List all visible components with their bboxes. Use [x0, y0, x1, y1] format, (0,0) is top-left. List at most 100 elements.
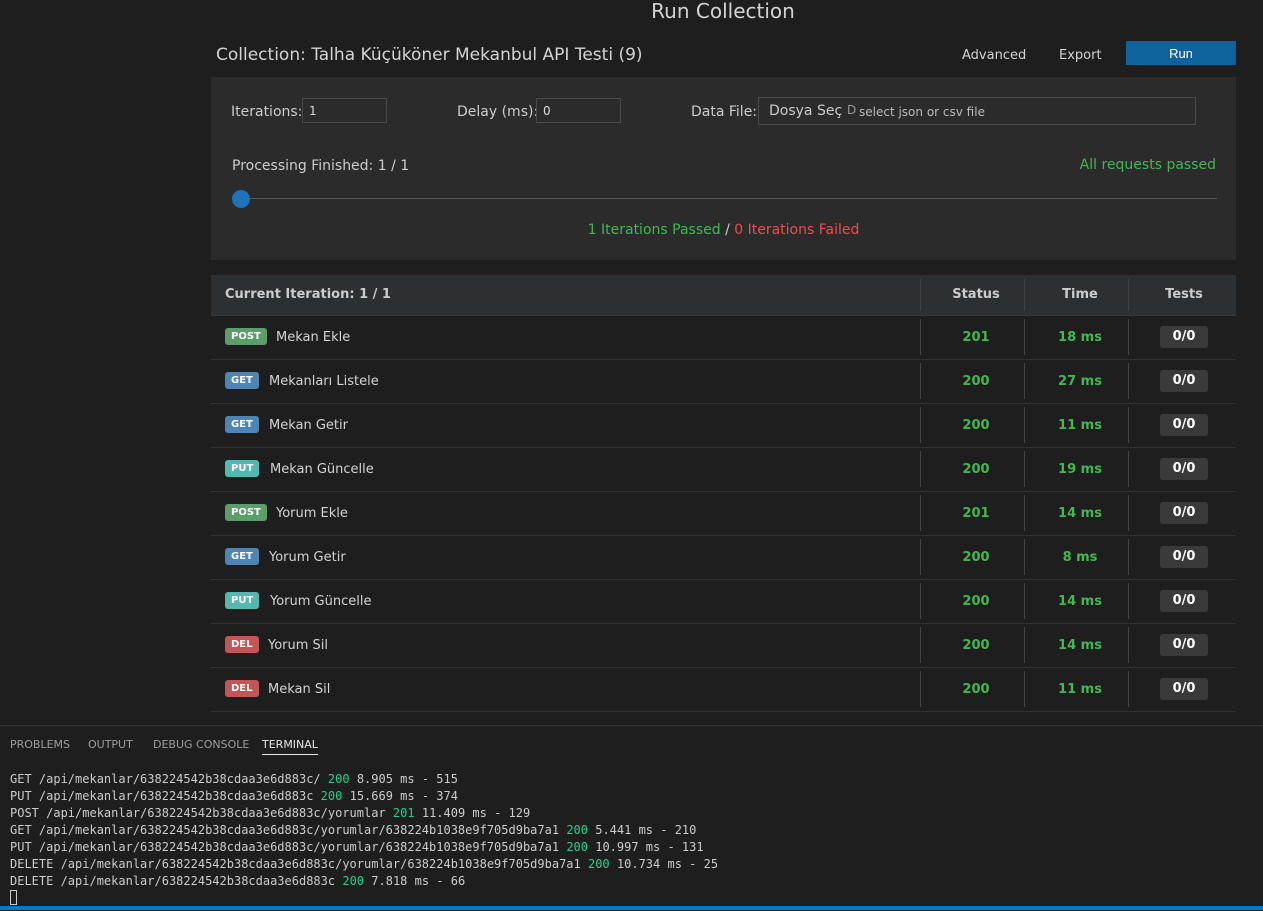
- response-time: 11 ms: [1058, 418, 1102, 433]
- terminal-line: GET /api/mekanlar/638224542b38cdaa3e6d88…: [10, 771, 718, 788]
- tests-result: 0/0: [1160, 502, 1208, 524]
- request-path: DELETE /api/mekanlar/638224542b38cdaa3e6…: [10, 874, 336, 888]
- advanced-link[interactable]: Advanced: [962, 48, 1026, 63]
- response-stats: 7.818 ms - 66: [371, 874, 466, 888]
- table-row[interactable]: POST Yorum Ekle 201 14 ms 0/0: [211, 491, 1236, 536]
- status-header: Status: [952, 287, 1000, 302]
- tests-result: 0/0: [1160, 678, 1208, 700]
- request-name[interactable]: Yorum Ekle: [276, 506, 348, 521]
- terminal-line: DELETE /api/mekanlar/638224542b38cdaa3e6…: [10, 873, 718, 890]
- datafile-placeholder: select json or csv file: [859, 105, 985, 119]
- request-name[interactable]: Mekan Getir: [269, 418, 348, 433]
- collection-title: Collection: Talha Küçüköner Mekanbul API…: [216, 45, 643, 65]
- terminal-line: GET /api/mekanlar/638224542b38cdaa3e6d88…: [10, 822, 718, 839]
- tests-result: 0/0: [1160, 370, 1208, 392]
- file-chip: D: [847, 103, 857, 117]
- method-badge: DEL: [225, 636, 259, 653]
- response-time: 8 ms: [1062, 550, 1098, 565]
- results-table-header: Current Iteration: 1 / 1 Status Time Tes…: [211, 275, 1236, 316]
- terminal-line: DELETE /api/mekanlar/638224542b38cdaa3e6…: [10, 856, 718, 873]
- table-row[interactable]: PUT Mekan Güncelle 200 19 ms 0/0: [211, 447, 1236, 492]
- response-stats: 10.997 ms - 131: [595, 840, 704, 854]
- status-code: 200: [962, 550, 990, 565]
- response-time: 14 ms: [1058, 506, 1102, 521]
- response-stats: 15.669 ms - 374: [349, 789, 458, 803]
- request-name[interactable]: Mekan Güncelle: [270, 462, 374, 477]
- response-time: 27 ms: [1058, 374, 1102, 389]
- choose-file-button[interactable]: Dosya Seç: [769, 103, 842, 119]
- method-badge: POST: [225, 328, 267, 345]
- terminal-line: PUT /api/mekanlar/638224542b38cdaa3e6d88…: [10, 839, 718, 856]
- method-badge: GET: [225, 548, 259, 565]
- current-iteration-header: Current Iteration: 1 / 1: [225, 287, 391, 302]
- request-name[interactable]: Yorum Güncelle: [270, 594, 371, 609]
- run-button[interactable]: Run: [1126, 41, 1236, 65]
- response-code: 200: [327, 772, 350, 786]
- summary-separator: /: [725, 222, 730, 238]
- page-title: Run Collection: [651, 0, 795, 23]
- request-name[interactable]: Yorum Getir: [269, 550, 346, 565]
- terminal-line: POST /api/mekanlar/638224542b38cdaa3e6d8…: [10, 805, 718, 822]
- table-row[interactable]: POST Mekan Ekle 201 18 ms 0/0: [211, 315, 1236, 360]
- status-code: 201: [962, 506, 990, 521]
- response-time: 14 ms: [1058, 594, 1102, 609]
- response-code: 200: [566, 840, 588, 854]
- request-name[interactable]: Yorum Sil: [268, 638, 328, 653]
- all-passed-status: All requests passed: [1079, 157, 1216, 173]
- tests-result: 0/0: [1160, 546, 1208, 568]
- tests-result: 0/0: [1160, 326, 1208, 348]
- table-row[interactable]: DEL Yorum Sil 200 14 ms 0/0: [211, 623, 1236, 668]
- terminal-line: PUT /api/mekanlar/638224542b38cdaa3e6d88…: [10, 788, 718, 805]
- tab-problems[interactable]: PROBLEMS: [10, 738, 70, 751]
- column-divider: [1128, 495, 1129, 531]
- export-link[interactable]: Export: [1059, 48, 1102, 63]
- table-row[interactable]: GET Mekan Getir 200 11 ms 0/0: [211, 403, 1236, 448]
- request-path: GET /api/mekanlar/638224542b38cdaa3e6d88…: [10, 772, 321, 786]
- request-path: PUT /api/mekanlar/638224542b38cdaa3e6d88…: [10, 789, 314, 803]
- datafile-label: Data File:: [691, 104, 758, 120]
- request-name[interactable]: Mekanları Listele: [269, 374, 379, 389]
- bottom-panel: PROBLEMS OUTPUT DEBUG CONSOLE TERMINAL G…: [0, 725, 1263, 911]
- table-row[interactable]: PUT Yorum Güncelle 200 14 ms 0/0: [211, 579, 1236, 624]
- status-code: 200: [962, 462, 990, 477]
- tab-terminal[interactable]: TERMINAL: [262, 738, 318, 755]
- status-code: 200: [962, 594, 990, 609]
- tests-result: 0/0: [1160, 590, 1208, 612]
- response-stats: 10.734 ms - 25: [616, 857, 719, 871]
- response-time: 19 ms: [1058, 462, 1102, 477]
- request-name[interactable]: Mekan Ekle: [276, 330, 350, 345]
- time-header: Time: [1062, 287, 1098, 302]
- table-row[interactable]: GET Yorum Getir 200 8 ms 0/0: [211, 535, 1236, 580]
- method-badge: DEL: [225, 680, 259, 697]
- iterations-input[interactable]: [302, 98, 387, 123]
- datafile-field[interactable]: Dosya Seç D select json or csv file: [758, 97, 1196, 125]
- method-badge: PUT: [225, 460, 260, 477]
- tab-output[interactable]: OUTPUT: [88, 738, 133, 751]
- table-row[interactable]: DEL Mekan Sil 200 11 ms 0/0: [211, 667, 1236, 712]
- column-divider: [1128, 451, 1129, 487]
- run-settings-panel: Iterations: Delay (ms): Data File: Dosya…: [211, 77, 1236, 260]
- response-time: 11 ms: [1058, 682, 1102, 697]
- tests-result: 0/0: [1160, 634, 1208, 656]
- request-path: DELETE /api/mekanlar/638224542b38cdaa3e6…: [10, 857, 581, 871]
- status-code: 200: [962, 638, 990, 653]
- response-code: 200: [342, 874, 365, 888]
- request-name[interactable]: Mekan Sil: [268, 682, 330, 697]
- iterations-passed: 1 Iterations Passed: [587, 222, 721, 238]
- delay-input[interactable]: [536, 98, 621, 123]
- iterations-label: Iterations:: [231, 104, 303, 120]
- progress-knob[interactable]: [232, 190, 250, 208]
- table-row[interactable]: GET Mekanları Listele 200 27 ms 0/0: [211, 359, 1236, 404]
- status-code: 200: [962, 374, 990, 389]
- response-time: 18 ms: [1058, 330, 1102, 345]
- delay-label: Delay (ms):: [457, 104, 539, 120]
- tests-header: Tests: [1165, 287, 1203, 302]
- response-stats: 11.409 ms - 129: [421, 806, 531, 820]
- iterations-summary: 1 Iterations Passed / 0 Iterations Faile…: [211, 222, 1236, 238]
- terminal-cursor: [10, 890, 17, 905]
- progress-label: Processing Finished: 1 / 1: [232, 158, 410, 174]
- terminal-output[interactable]: GET /api/mekanlar/638224542b38cdaa3e6d88…: [10, 771, 718, 890]
- tab-debug-console[interactable]: DEBUG CONSOLE: [153, 738, 249, 751]
- column-divider: [1128, 671, 1129, 707]
- column-divider: [1128, 627, 1129, 663]
